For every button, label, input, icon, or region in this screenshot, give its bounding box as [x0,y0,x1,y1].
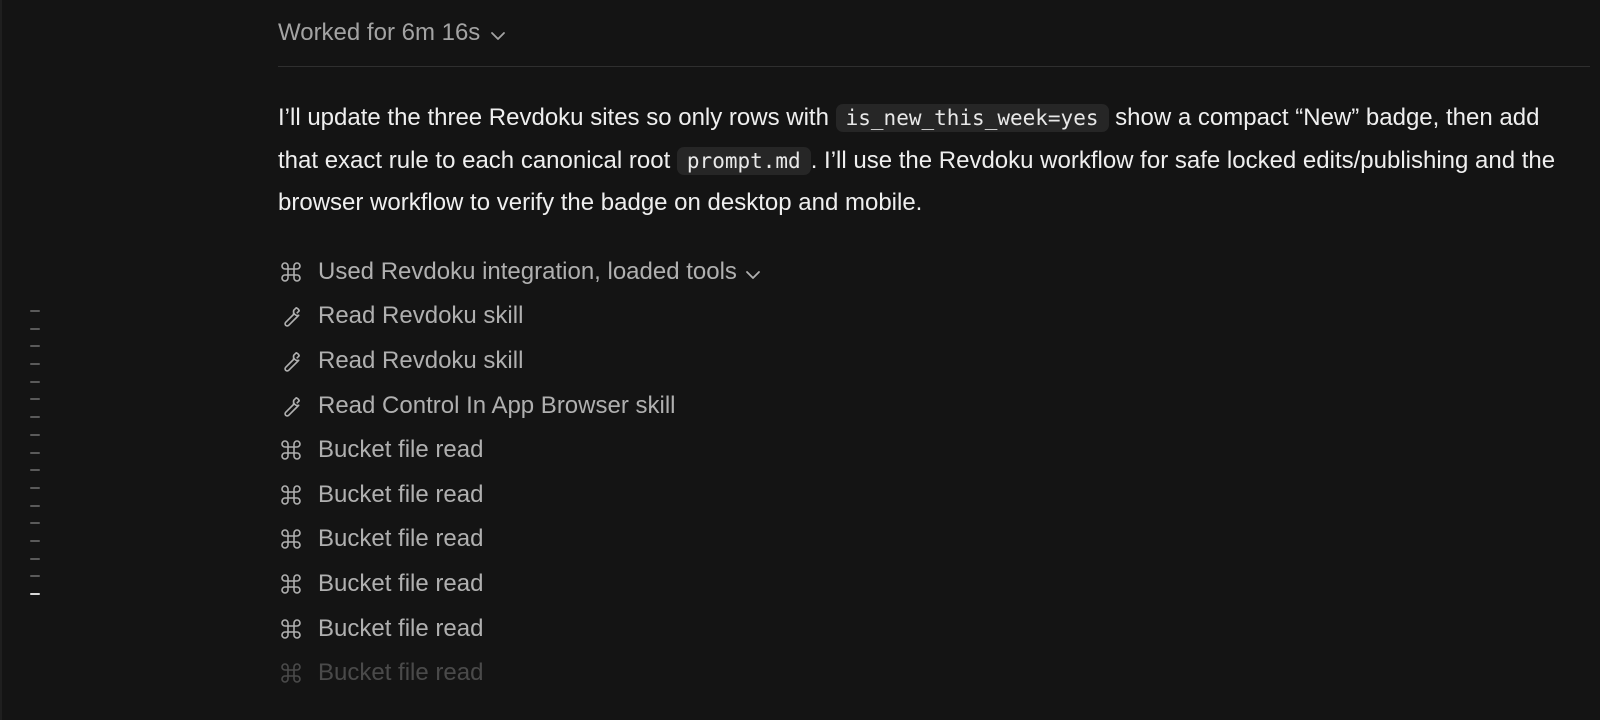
minimap-tick[interactable] [30,469,40,472]
tool-activity-list: Used Revdoku integration, loaded tools R… [278,250,1590,696]
minimap-tick[interactable] [30,433,40,436]
tool-item-label: Bucket file read [318,436,484,464]
wrench-icon [278,348,304,374]
tool-item-label: Read Control In App Browser skill [318,391,676,419]
tool-item-label: Read Revdoku skill [318,302,524,330]
assistant-message: I’ll update the three Revdoku sites so o… [278,97,1578,224]
tool-item-bucket-read[interactable]: Bucket file read [278,517,1590,562]
tool-item-skill[interactable]: Read Revdoku skill [278,294,1590,339]
tool-item-skill[interactable]: Read Revdoku skill [278,339,1590,384]
minimap-tick[interactable] [30,575,40,578]
command-icon [278,482,304,508]
tool-item-bucket-read[interactable]: Bucket file read [278,428,1590,473]
tool-item-label: Bucket file read [318,525,484,553]
command-icon [278,571,304,597]
minimap-tick[interactable] [30,451,40,454]
chevron-down-icon [745,259,761,287]
minimap-tick[interactable] [30,522,40,525]
minimap-tick-current[interactable] [30,593,40,595]
chat-page: Worked for 6m 16s I’ll update the three … [0,0,1600,720]
tool-item-label: Read Revdoku skill [318,346,524,374]
tool-item-skill[interactable]: Read Control In App Browser skill [278,383,1590,428]
tool-item-integration[interactable]: Used Revdoku integration, loaded tools [278,250,1590,295]
tool-item-label: Bucket file read [318,569,484,597]
command-icon [278,616,304,642]
minimap-tick[interactable] [30,539,40,542]
panel-divider [0,0,2,720]
worked-duration-label: Worked for 6m 16s [278,19,481,46]
inline-code: prompt.md [676,146,811,175]
command-icon [278,437,304,463]
minimap-tick[interactable] [30,416,40,419]
chevron-down-icon [490,20,506,48]
command-icon [278,259,304,285]
minimap-tick[interactable] [30,345,40,348]
minimap-tick[interactable] [30,398,40,401]
minimap-tick[interactable] [30,557,40,560]
scroll-minimap[interactable] [30,310,42,611]
message-text: I’ll update the three Revdoku sites so o… [278,104,836,131]
tool-item-label: Bucket file read [318,659,484,687]
command-icon [278,526,304,552]
assistant-turn: Worked for 6m 16s I’ll update the three … [278,0,1590,695]
inline-code: is_new_this_week=yes [835,104,1109,132]
minimap-tick[interactable] [30,486,40,489]
wrench-icon [278,393,304,419]
tool-item-bucket-read[interactable]: Bucket file read [278,651,1590,696]
tool-item-label: Bucket file read [318,614,484,642]
command-icon [278,660,304,686]
tool-item-label: Used Revdoku integration, loaded tools [318,257,737,285]
minimap-tick[interactable] [30,327,40,330]
minimap-tick[interactable] [30,380,40,383]
tool-item-bucket-read[interactable]: Bucket file read [278,562,1590,607]
tool-item-bucket-read[interactable]: Bucket file read [278,472,1590,517]
wrench-icon [278,303,304,329]
worked-duration-toggle[interactable]: Worked for 6m 16s [278,0,1590,67]
minimap-tick[interactable] [30,310,40,312]
minimap-tick[interactable] [30,363,40,366]
tool-item-label: Bucket file read [318,480,484,508]
tool-item-bucket-read[interactable]: Bucket file read [278,606,1590,651]
minimap-tick[interactable] [30,504,40,507]
